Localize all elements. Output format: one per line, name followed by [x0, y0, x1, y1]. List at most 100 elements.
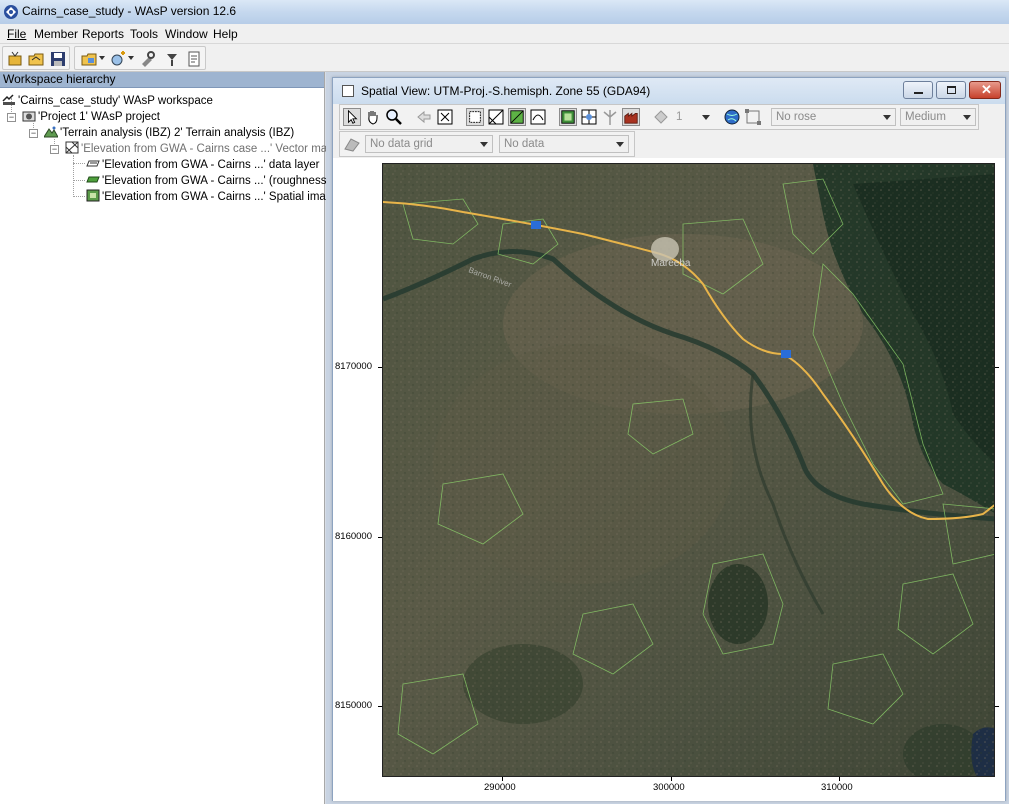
rose-select[interactable]: No rose: [771, 108, 896, 126]
satellite-map[interactable]: Mareeba Barron River: [382, 163, 995, 777]
turbine-icon[interactable]: [601, 108, 619, 126]
tree-item-data-layer[interactable]: 'Elevation from GWA - Cairns ...' data l…: [86, 157, 319, 173]
chevron-down-icon[interactable]: [99, 56, 105, 60]
maximize-button[interactable]: [936, 81, 966, 99]
satellite-image: Mareeba Barron River: [383, 164, 994, 776]
menu-reports[interactable]: Reports: [82, 27, 124, 41]
select-region-icon[interactable]: [744, 108, 762, 126]
menu-member[interactable]: Member: [34, 27, 78, 41]
x-tick-label: 310000: [821, 782, 853, 793]
pointer-icon[interactable]: [343, 108, 361, 126]
tree-item-project[interactable]: 'Project 1' WAsP project: [22, 109, 160, 125]
menu-file[interactable]: File: [7, 27, 26, 41]
y-tick-label: 8150000: [335, 700, 372, 711]
data-grid-select[interactable]: No data grid: [365, 135, 493, 153]
tree-line: [73, 196, 85, 197]
vector-map-icon: [65, 141, 79, 154]
x-tick-label: 290000: [484, 782, 516, 793]
tree-item-spatial-image[interactable]: 'Elevation from GWA - Cairns ...' Spatia…: [86, 189, 339, 205]
chevron-down-icon: [883, 115, 891, 120]
chevron-down-icon: [963, 115, 971, 120]
chevron-down-icon: [702, 115, 710, 120]
toolbar-group-file: [2, 46, 70, 70]
spatial-image-icon: [86, 189, 100, 202]
data-select-value: No data: [504, 138, 545, 150]
y-tick: [995, 367, 999, 368]
x-tick: [671, 777, 672, 781]
collapse-toggle[interactable]: −: [7, 113, 16, 122]
chevron-down-icon[interactable]: [128, 56, 134, 60]
grid-layer-icon[interactable]: [580, 108, 598, 126]
tree-item-label: 'Project 1' WAsP project: [38, 111, 160, 123]
report-icon[interactable]: [185, 50, 203, 68]
wasp-app-icon: [4, 5, 18, 19]
chevron-down-icon: [616, 142, 624, 147]
collapse-toggle[interactable]: −: [29, 129, 38, 138]
open-workspace-icon[interactable]: [27, 50, 45, 68]
new-workspace-icon[interactable]: [6, 50, 24, 68]
tree-item-label: 'Cairns_case_study' WAsP workspace: [18, 95, 213, 107]
app-title-bar: Cairns_case_study - WAsP version 12.6: [0, 0, 1009, 24]
x-tick: [839, 777, 840, 781]
toolbar-group-member: [74, 46, 206, 70]
tree-item-terrain-analysis[interactable]: 'Terrain analysis (IBZ) 2' Terrain analy…: [44, 125, 294, 141]
tree-item-label: 'Elevation from GWA - Cairns ...' (rough…: [102, 175, 331, 187]
map-canvas[interactable]: 8170000 8160000 8150000 290000 300000 31…: [333, 158, 1005, 801]
data-layer-icon: [86, 160, 100, 167]
zoom-extent-icon[interactable]: [436, 108, 454, 126]
building-icon[interactable]: [622, 108, 640, 126]
tree-item-label: 'Elevation from GWA - Cairns ...' data l…: [102, 159, 320, 171]
tree-item-workspace[interactable]: 'Cairns_case_study' WAsP workspace: [2, 93, 213, 109]
vector-layer-icon[interactable]: [487, 108, 505, 126]
project-icon: [22, 111, 36, 122]
menu-tools[interactable]: Tools: [130, 27, 158, 41]
pan-hand-icon[interactable]: [364, 108, 382, 126]
menu-bar: File Member Reports Tools Window Help: [0, 24, 1009, 44]
chevron-down-icon: [480, 142, 488, 147]
tree-line: [73, 180, 85, 181]
menu-help[interactable]: Help: [213, 27, 238, 41]
spatial-view-title-bar: Spatial View: UTM-Proj.-S.hemisph. Zone …: [333, 78, 1005, 104]
tree-item-label: 'Elevation from GWA - Cairns case ...' V…: [81, 143, 334, 155]
minimize-icon: [914, 92, 923, 94]
tree-item-label: 'Elevation from GWA - Cairns ...' Spatia…: [102, 191, 339, 203]
x-tick: [502, 777, 503, 781]
workspace-panel: Workspace hierarchy 'Cairns_case_study' …: [0, 72, 339, 804]
spatial-view-window: Spatial View: UTM-Proj.-S.hemisph. Zone …: [332, 77, 1006, 801]
spatial-view-toolbar-2: No data grid No data: [339, 131, 635, 157]
elevation-layer-icon[interactable]: [529, 108, 547, 126]
save-icon[interactable]: [49, 50, 67, 68]
tree-line: [73, 155, 74, 197]
tree-item-vector-map[interactable]: 'Elevation from GWA - Cairns case ...' V…: [65, 141, 334, 157]
town-label: Mareeba: [651, 258, 691, 269]
spatial-view-toolbar: 1 No rose Medium: [339, 104, 979, 130]
menu-window[interactable]: Window: [165, 27, 208, 41]
met-station-icon[interactable]: [652, 108, 670, 126]
open-member-icon[interactable]: [80, 50, 98, 68]
data-grid-icon[interactable]: [343, 135, 361, 153]
insert-member-icon[interactable]: [109, 50, 127, 68]
zoom-icon[interactable]: [385, 108, 403, 126]
roughness-layer-icon[interactable]: [508, 108, 526, 126]
y-tick: [995, 706, 999, 707]
window-title: Cairns_case_study - WAsP version 12.6: [22, 4, 237, 18]
collapse-toggle[interactable]: −: [50, 145, 59, 154]
number-select-value: 1: [676, 111, 683, 123]
road-shield-icon: [531, 221, 541, 229]
globe-icon[interactable]: [723, 108, 741, 126]
y-tick: [995, 537, 999, 538]
minimize-button[interactable]: [903, 81, 933, 99]
size-select[interactable]: Medium: [900, 108, 976, 126]
tree-item-roughness[interactable]: 'Elevation from GWA - Cairns ...' (rough…: [86, 173, 330, 189]
image-layer-icon[interactable]: [559, 108, 577, 126]
tool-icon[interactable]: [139, 50, 157, 68]
main-toolbar: [0, 44, 1009, 72]
rose-select-value: No rose: [776, 111, 817, 123]
show-map-icon[interactable]: [466, 108, 484, 126]
back-arrow-icon[interactable]: [415, 108, 433, 126]
close-button[interactable]: ✕: [969, 81, 1001, 99]
number-select[interactable]: 1: [671, 108, 715, 126]
roughness-icon: [86, 176, 100, 183]
tool2-icon[interactable]: [163, 50, 181, 68]
data-select[interactable]: No data: [499, 135, 629, 153]
